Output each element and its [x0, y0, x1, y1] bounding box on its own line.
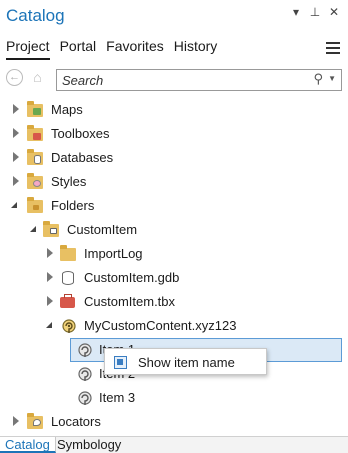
tree-item-label: Folders — [51, 198, 95, 213]
custom-item-icon — [76, 342, 92, 358]
collapse-icon[interactable] — [11, 200, 19, 210]
toolbox-icon — [60, 294, 76, 310]
expand-icon[interactable] — [12, 128, 20, 138]
tree-item-label: Maps — [51, 102, 83, 117]
database-folder-icon — [27, 149, 43, 166]
tree-item-gdb[interactable]: CustomItem.gdb — [0, 266, 348, 290]
tab-project[interactable]: Project — [6, 38, 50, 60]
tree-item-label: Item 3 — [99, 390, 136, 405]
show-name-icon — [114, 356, 127, 369]
tree-item-label: ImportLog — [84, 246, 143, 261]
tree-item-label: CustomItem.tbx — [84, 294, 176, 309]
catalog-tabs: Project Portal Favorites History — [6, 38, 217, 60]
tab-favorites[interactable]: Favorites — [106, 38, 164, 60]
pane-title: Catalog — [6, 6, 65, 25]
tab-catalog[interactable]: Catalog — [0, 437, 56, 453]
expand-icon[interactable] — [46, 248, 54, 258]
search-icon[interactable]: ⚲ — [313, 71, 323, 87]
tab-symbology[interactable]: Symbology — [52, 437, 126, 453]
search-box: ⚲ ▼ — [56, 69, 342, 91]
tree-item-folders[interactable]: Folders — [0, 194, 348, 218]
tab-history[interactable]: History — [174, 38, 218, 60]
expand-icon[interactable] — [46, 296, 54, 306]
tree-item-label: CustomItem — [67, 222, 138, 237]
expand-icon[interactable] — [12, 152, 20, 162]
back-icon[interactable]: ← — [6, 69, 23, 86]
context-menu: Show item name — [104, 348, 267, 375]
toolbox-folder-icon — [27, 125, 43, 142]
style-folder-icon — [27, 173, 43, 190]
pane-titlebar: Catalog ▾ ⊥ ✕ — [0, 0, 348, 32]
map-folder-icon — [27, 101, 43, 118]
tree-item-maps[interactable]: Maps — [0, 98, 348, 122]
custom-item-icon — [76, 390, 92, 406]
tab-portal[interactable]: Portal — [60, 38, 97, 60]
folder-icon — [27, 197, 43, 214]
locator-folder-icon — [27, 413, 43, 430]
tree-item-customitem-folder[interactable]: CustomItem — [0, 218, 348, 242]
tree-item-locators[interactable]: Locators — [0, 410, 348, 434]
menu-item-show-item-name[interactable]: Show item name — [138, 355, 235, 370]
tree-item-label: CustomItem.gdb — [84, 270, 180, 285]
search-input[interactable] — [57, 70, 297, 90]
custom-item-icon — [76, 366, 92, 382]
close-icon[interactable]: ✕ — [328, 5, 340, 19]
options-dropdown-icon[interactable]: ▾ — [290, 5, 302, 19]
bottom-tab-bar: Catalog Symbology — [0, 436, 348, 453]
tree-item-label: Locators — [51, 414, 101, 429]
tree-item-importlog[interactable]: ImportLog — [0, 242, 348, 266]
expand-icon[interactable] — [12, 176, 20, 186]
tree-item-xyz[interactable]: MyCustomContent.xyz123 — [0, 314, 348, 338]
folder-icon — [60, 245, 76, 262]
home-folder-icon — [43, 221, 59, 238]
menu-icon[interactable] — [326, 42, 340, 57]
tree-item-tbx[interactable]: CustomItem.tbx — [0, 290, 348, 314]
expand-icon[interactable] — [12, 104, 20, 114]
home-icon[interactable]: ⌂ — [29, 69, 46, 86]
navigation-bar: ← ⌂ — [6, 69, 46, 86]
tree-item-databases[interactable]: Databases — [0, 146, 348, 170]
pin-icon[interactable]: ⊥ — [309, 5, 321, 19]
tree-item-label: Styles — [51, 174, 87, 189]
expand-icon[interactable] — [12, 416, 20, 426]
tree-item-label: Databases — [51, 150, 114, 165]
search-dropdown-icon[interactable]: ▼ — [328, 74, 336, 83]
tree-item-styles[interactable]: Styles — [0, 170, 348, 194]
custom-content-icon — [60, 318, 76, 334]
collapse-icon[interactable] — [30, 224, 38, 234]
expand-icon[interactable] — [46, 272, 54, 282]
geodatabase-icon — [60, 270, 76, 286]
tree-item-label: MyCustomContent.xyz123 — [84, 318, 237, 333]
tree-item-item3[interactable]: Item 3 — [0, 386, 348, 410]
tree-item-toolboxes[interactable]: Toolboxes — [0, 122, 348, 146]
pane-controls: ▾ ⊥ ✕ — [290, 5, 340, 19]
collapse-icon[interactable] — [46, 320, 54, 330]
tree-item-label: Toolboxes — [51, 126, 110, 141]
